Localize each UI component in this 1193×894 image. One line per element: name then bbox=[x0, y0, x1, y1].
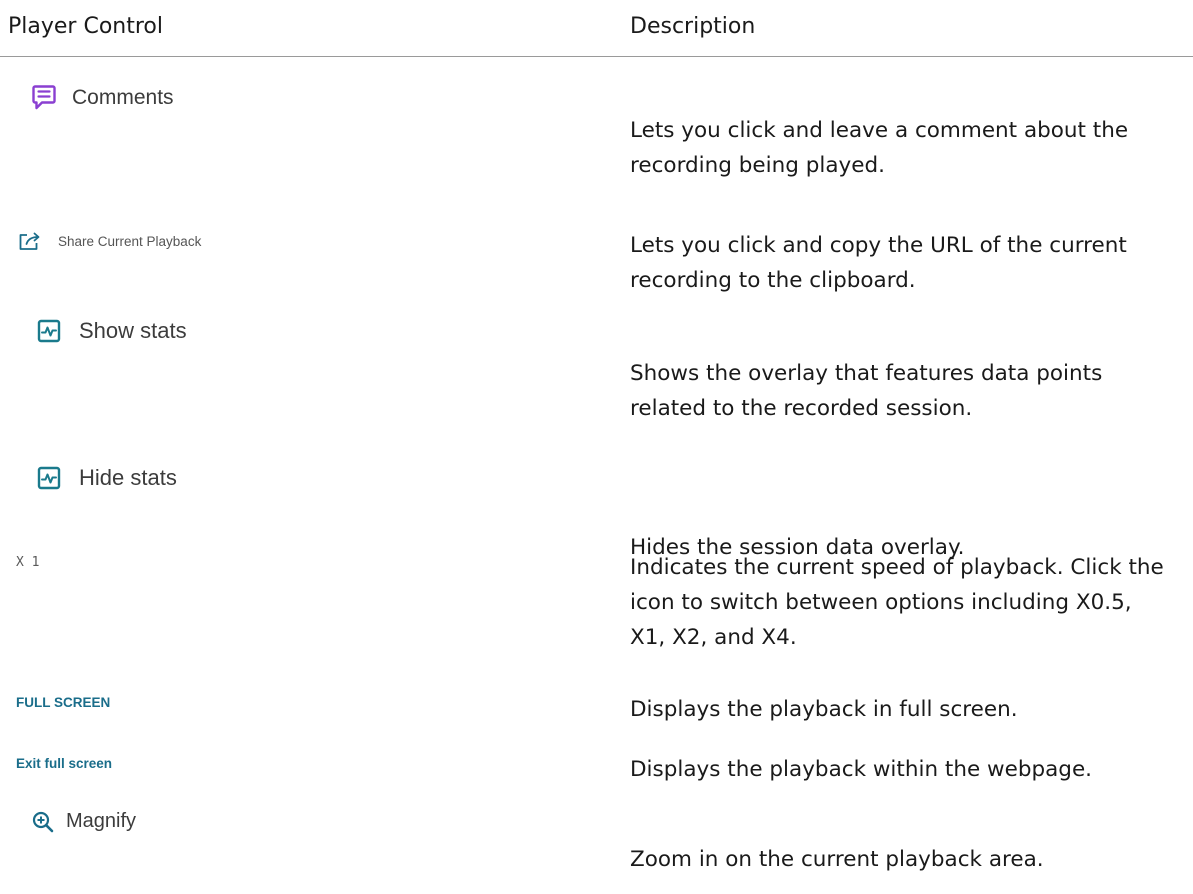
playback-speed-control[interactable]: X 1 bbox=[16, 555, 39, 570]
share-current-playback-control[interactable]: Share Current Playback bbox=[18, 231, 201, 251]
comment-icon bbox=[32, 84, 56, 111]
show-stats-control[interactable]: Show stats bbox=[37, 318, 187, 344]
hide-stats-control[interactable]: Hide stats bbox=[37, 465, 177, 491]
stats-icon bbox=[37, 466, 61, 490]
column-header-player-control: Player Control bbox=[8, 14, 163, 39]
exit-full-screen-description: Displays the playback within the webpage… bbox=[630, 757, 1093, 782]
zoom-in-icon bbox=[32, 811, 54, 833]
comments-description: Lets you click and leave a comment about… bbox=[630, 118, 1129, 178]
full-screen-label: FULL SCREEN bbox=[16, 695, 111, 710]
player-controls-table: Player Control Description Comments Lets… bbox=[0, 0, 1193, 894]
full-screen-control[interactable]: FULL SCREEN bbox=[16, 695, 110, 710]
column-header-description: Description bbox=[630, 14, 756, 39]
magnify-description: Zoom in on the current playback area. bbox=[630, 847, 1044, 872]
share-icon bbox=[18, 231, 42, 251]
exit-full-screen-label: Exit full screen bbox=[16, 756, 113, 771]
header-divider bbox=[0, 56, 1193, 57]
show-stats-description: Shows the overlay that features data poi… bbox=[630, 361, 1103, 421]
magnify-control[interactable]: Magnify bbox=[32, 810, 136, 833]
comments-control[interactable]: Comments bbox=[32, 84, 174, 111]
share-current-playback-description: Lets you click and copy the URL of the c… bbox=[630, 233, 1127, 293]
exit-full-screen-control[interactable]: Exit full screen bbox=[16, 756, 112, 771]
show-stats-label: Show stats bbox=[79, 318, 187, 343]
stats-icon bbox=[37, 319, 61, 343]
hide-stats-label: Hide stats bbox=[79, 465, 177, 490]
full-screen-description: Displays the playback in full screen. bbox=[630, 697, 1018, 722]
magnify-label: Magnify bbox=[66, 810, 137, 832]
comments-label: Comments bbox=[72, 85, 174, 109]
playback-speed-description: Indicates the current speed of playback.… bbox=[630, 555, 1164, 650]
playback-speed-label: X 1 bbox=[16, 555, 40, 570]
share-current-playback-label: Share Current Playback bbox=[58, 233, 202, 249]
